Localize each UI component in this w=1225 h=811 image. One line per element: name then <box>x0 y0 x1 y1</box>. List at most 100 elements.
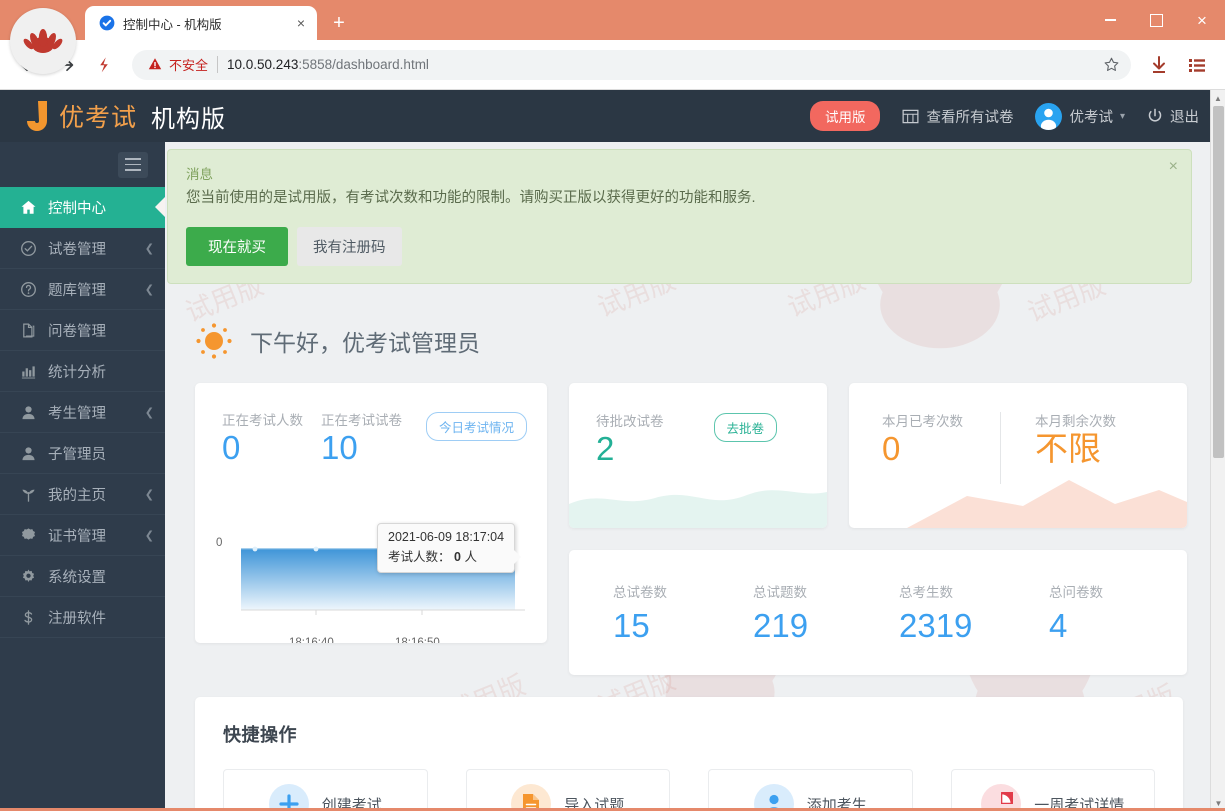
reload-button[interactable] <box>86 47 122 83</box>
chart-x-tick-1: 18:16:50 <box>395 637 440 643</box>
gear-icon-wrap <box>20 568 37 585</box>
page-scrollbar[interactable]: ▲ ▼ <box>1210 90 1225 811</box>
sidebar-item-label: 考生管理 <box>48 402 106 423</box>
browser-window: 控制中心 - 机构版 × + × 不安全 10.0.50.243:5858/da… <box>0 0 1225 811</box>
have-code-button[interactable]: 我有注册码 <box>297 227 402 266</box>
sidebar-item-7[interactable]: 子管理员 <box>0 433 165 474</box>
browser-menu-icon[interactable] <box>1179 47 1215 83</box>
main-content: 试用版 试用版 试用版 试用版 试用版 试用版 试用版 消息 您当前使用的是试用… <box>165 142 1225 811</box>
total-label: 总试题数 <box>753 581 887 601</box>
user-add-icon-wrap <box>754 784 794 811</box>
power-icon <box>1147 108 1163 124</box>
banner-close-icon[interactable]: × <box>1169 159 1178 175</box>
omnibox-divider <box>217 56 218 73</box>
view-all-papers-link[interactable]: 查看所有试卷 <box>902 106 1013 127</box>
scrollbar-thumb[interactable] <box>1213 106 1224 458</box>
today-exam-pill[interactable]: 今日考试情况 <box>426 412 527 441</box>
banner-text: 您当前使用的是试用版，有考试次数和功能的限制。请购买正版以获得更好的功能和服务. <box>186 186 1173 207</box>
avatar <box>1035 103 1062 130</box>
address-bar[interactable]: 不安全 10.0.50.243:5858/dashboard.html <box>132 50 1131 80</box>
sidebar-item-4[interactable]: 问卷管理 <box>0 310 165 351</box>
quick-actions-panel: 快捷操作 创建考试导入试题添加考生一周考试详情 <box>195 697 1183 811</box>
tooltip-unit: 人 <box>464 550 477 564</box>
sidebar-item-label: 注册软件 <box>48 607 106 628</box>
sidebar-toggle-row <box>0 142 165 187</box>
sidebar-item-3[interactable]: 题库管理 ❮ <box>0 269 165 310</box>
brand-logo: 优考试 <box>18 98 137 134</box>
exam-papers-value: 10 <box>321 429 402 467</box>
trial-badge[interactable]: 试用版 <box>810 101 881 131</box>
app-body: 控制中心试卷管理❮ 题库管理 ❮ 问卷管理统计分析考生管理❮ 子管理员我的主页❮证书管理… <box>0 142 1225 811</box>
quick-action-4[interactable]: 一周考试详情 <box>951 769 1156 811</box>
tooltip-timestamp: 2021-06-09 18:17:04 <box>388 530 504 544</box>
sidebar-item-label: 问卷管理 <box>48 320 106 341</box>
dollar-icon <box>20 609 37 626</box>
window-maximize-button[interactable] <box>1133 0 1179 40</box>
sidebar-item-8[interactable]: 我的主页❮ <box>0 474 165 515</box>
sidebar-item-11[interactable]: 注册软件 <box>0 597 165 638</box>
sidebar-item-2[interactable]: 试卷管理❮ <box>0 228 165 269</box>
browser-tab[interactable]: 控制中心 - 机构版 × <box>85 6 317 40</box>
total-label: 总试卷数 <box>613 581 741 601</box>
plant-icon <box>20 486 37 503</box>
header-actions: 试用版 查看所有试卷 优考试 ▾ <box>810 101 1199 131</box>
user-icon <box>20 404 37 421</box>
sidebar-item-5[interactable]: 统计分析 <box>0 351 165 392</box>
hamburger-icon[interactable] <box>118 152 148 178</box>
today-exam-chart: 0 <box>195 523 547 643</box>
sidebar-item-1[interactable]: 控制中心 <box>0 187 165 228</box>
check-circle-icon <box>99 15 115 31</box>
dollar-icon-wrap <box>20 609 37 626</box>
bookmark-star-icon[interactable] <box>1097 51 1125 79</box>
total-item-2: 总试题数219 <box>741 581 887 645</box>
window-close-button[interactable]: × <box>1179 0 1225 40</box>
totals-list: 总试卷数15总试题数219总考生数2319总问卷数4 <box>569 581 1187 645</box>
total-label: 总问卷数 <box>1049 581 1187 601</box>
banner-actions: 现在就买 我有注册码 <box>186 227 1173 266</box>
sidebar-item-label: 我的主页 <box>48 484 106 505</box>
download-icon[interactable] <box>1141 47 1177 83</box>
sidebar-item-label: 试卷管理 <box>48 238 106 259</box>
sidebar: 控制中心试卷管理❮ 题库管理 ❮ 问卷管理统计分析考生管理❮ 子管理员我的主页❮证书管理… <box>0 142 165 811</box>
greeting-text: 下午好，优考试管理员 <box>250 324 480 358</box>
used-times-stat: 本月已考次数 0 <box>882 410 992 468</box>
total-value: 4 <box>1049 607 1067 644</box>
check-circle-icon <box>20 240 37 257</box>
sidebar-item-9[interactable]: 证书管理❮ <box>0 515 165 556</box>
sidebar-item-6[interactable]: 考生管理❮ <box>0 392 165 433</box>
file-import-icon-wrap <box>511 784 551 811</box>
total-item-4: 总问卷数 4 <box>1037 581 1187 645</box>
chart-x-tick-0: 18:16:40 <box>289 637 334 643</box>
current-exam-stats: 正在考试人数 0 正在考试试卷 10 今日考试情况 <box>195 383 547 467</box>
sun-icon <box>195 322 233 360</box>
user-menu[interactable]: 优考试 ▾ <box>1035 103 1125 130</box>
go-grade-pill[interactable]: 去批卷 <box>714 413 778 442</box>
quick-action-3[interactable]: 添加考生 <box>708 769 913 811</box>
new-tab-button[interactable]: + <box>325 9 353 37</box>
quick-action-2[interactable]: 导入试题 <box>466 769 671 811</box>
buy-now-button[interactable]: 现在就买 <box>186 227 288 266</box>
remaining-times-label: 本月剩余次数 <box>1035 410 1116 430</box>
scroll-up-arrow-icon[interactable]: ▲ <box>1211 90 1225 106</box>
quick-action-1[interactable]: 创建考试 <box>223 769 428 811</box>
tooltip-value-row: 考试人数： 0 人 <box>388 546 504 565</box>
sidebar-item-label: 控制中心 <box>48 197 106 218</box>
right-cards-column: 待批改试卷 2 去批卷 <box>569 383 1187 675</box>
view-all-papers-label: 查看所有试卷 <box>926 106 1013 127</box>
chevron-right-icon: ❮ <box>145 283 154 296</box>
trial-notice-banner: 消息 您当前使用的是试用版，有考试次数和功能的限制。请购买正版以获得更好的功能和… <box>167 149 1192 284</box>
logout-label: 退出 <box>1170 106 1199 127</box>
sidebar-item-10[interactable]: 系统设置 <box>0 556 165 597</box>
question-circle-icon-wrap <box>20 281 37 298</box>
plus-icon-wrap <box>269 784 309 811</box>
sidebar-item-label: 子管理员 <box>48 443 106 464</box>
sidebar-item-label: 题库管理 <box>48 279 106 300</box>
tab-close-icon[interactable]: × <box>291 13 311 33</box>
grid-icon <box>902 108 919 125</box>
tab-title: 控制中心 - 机构版 <box>123 14 283 33</box>
tab-strip: 控制中心 - 机构版 × + × <box>0 0 1225 40</box>
brand-subtitle: 机构版 <box>151 99 226 134</box>
exam-papers-stat: 正在考试试卷 10 <box>321 409 402 467</box>
window-minimize-button[interactable] <box>1087 0 1133 40</box>
logout-button[interactable]: 退出 <box>1147 106 1199 127</box>
